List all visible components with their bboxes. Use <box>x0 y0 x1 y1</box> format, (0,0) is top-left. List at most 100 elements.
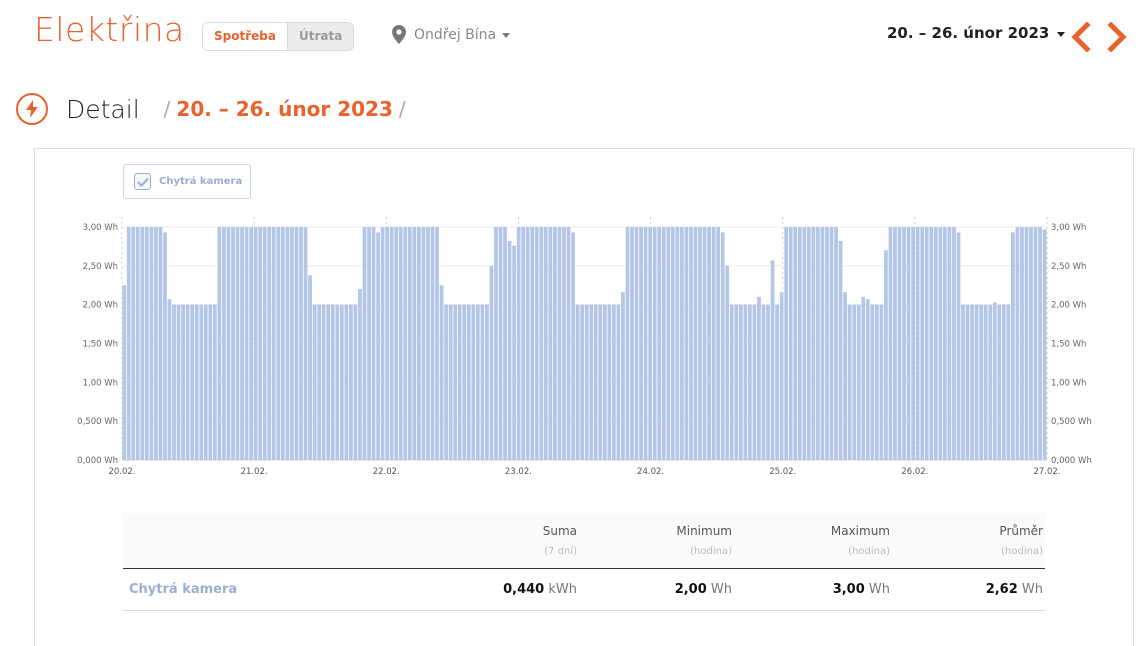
unit: kWh <box>548 582 577 597</box>
chart-bar <box>203 304 208 460</box>
chart-bar <box>943 227 947 460</box>
chart-bar <box>829 227 834 460</box>
chart-bar <box>961 304 965 460</box>
chart-bar <box>330 304 335 460</box>
chart-bar <box>711 227 716 460</box>
chevron-down-icon <box>502 33 511 38</box>
chart-bar <box>294 227 299 460</box>
y-tick-label-left: 0,500 Wh <box>77 417 118 427</box>
tab-utrata[interactable]: Útrata <box>286 23 354 50</box>
chart-bar <box>489 265 494 460</box>
x-tick-label: 24.02. <box>637 467 664 477</box>
col-header-title: Průměr <box>999 524 1043 538</box>
chart-bar <box>784 227 789 460</box>
chart-bar <box>680 227 684 460</box>
chart-bar <box>530 227 535 460</box>
chart-bar <box>394 227 399 460</box>
user-selector[interactable]: Ondřej Bína <box>392 25 511 44</box>
chart-bar <box>843 292 847 460</box>
chart-bar <box>562 227 566 460</box>
chart-bar <box>185 304 190 460</box>
chart-bar <box>970 304 974 460</box>
chart-bar <box>498 227 503 460</box>
y-tick-label-right: 1,50 Wh <box>1051 340 1086 350</box>
chart-bar <box>222 227 226 460</box>
date-range-selector[interactable]: 20. – 26. únor 2023 <box>887 24 1066 42</box>
breadcrumb-separator: / <box>398 97 406 121</box>
chart-bar <box>602 304 607 460</box>
chart-bar <box>303 227 308 460</box>
chart-bar <box>630 227 634 460</box>
chart-bar <box>698 227 702 460</box>
chart-bar <box>816 227 820 460</box>
chart-bar <box>140 227 145 460</box>
chart-bar <box>158 227 163 460</box>
chart-bar <box>494 227 498 460</box>
value: 2,00 <box>674 582 707 597</box>
chart-bar <box>725 265 730 460</box>
chart-bar <box>911 227 916 460</box>
chart-bar <box>339 304 344 460</box>
chart-bar <box>693 227 698 460</box>
col-header-sub: (7 dní) <box>544 546 577 557</box>
chart-bar <box>652 227 657 460</box>
chart-bar <box>938 227 943 460</box>
table-row: Chytrá kamera 0,440 kWh 2,00 Wh 3,00 Wh … <box>123 569 1045 611</box>
chart-bar <box>480 304 485 460</box>
chart-bar <box>825 227 829 460</box>
chart-bar <box>915 227 920 460</box>
chart-bar <box>335 304 340 460</box>
chart-bar <box>1029 227 1033 460</box>
chart-bar <box>775 304 779 460</box>
chart-bar <box>389 227 394 460</box>
chart-bar <box>820 227 825 460</box>
breadcrumb: / 20. – 26. únor 2023 / <box>164 97 406 121</box>
chart-bar <box>580 304 584 460</box>
chart-bar <box>512 245 516 460</box>
location-pin-icon <box>392 25 406 44</box>
prev-week-icon[interactable] <box>1070 22 1092 52</box>
value: 2,62 <box>985 582 1018 597</box>
cell-maximum: 3,00 Wh <box>833 582 890 597</box>
y-tick-label-right: 3,00 Wh <box>1051 223 1086 233</box>
chart-bar <box>589 304 594 460</box>
chart-bar <box>144 227 149 460</box>
chart-bar <box>1006 304 1011 460</box>
summary-header: Suma (7 dní) Minimum (hodina) Maximum (h… <box>123 513 1045 569</box>
row-label-chytra-kamera[interactable]: Chytrá kamera <box>129 582 237 597</box>
consumption-chart: 0,000 Wh 0,000 Wh 0,500 Wh 0,500 Wh 1,00 Wh 1… <box>77 217 1092 477</box>
chart-bar <box>190 304 195 460</box>
chart-bar <box>557 227 562 460</box>
x-tick-label: 20.02. <box>108 467 135 477</box>
chart-bar <box>217 227 222 460</box>
chart-bar <box>997 304 1002 460</box>
chart-bar <box>267 227 272 460</box>
chart-bar <box>924 227 929 460</box>
chart-bar <box>299 227 303 460</box>
chart-bar <box>466 304 471 460</box>
chart-bar <box>1024 227 1029 460</box>
chart-bar <box>1042 229 1047 460</box>
chart-bar <box>376 232 380 460</box>
next-week-icon[interactable] <box>1106 22 1128 52</box>
chart-bar <box>349 304 353 460</box>
user-name: Ondřej Bína <box>414 26 497 43</box>
chart-bar <box>834 227 838 460</box>
chart-bar <box>748 304 752 460</box>
col-header-title: Minimum <box>676 524 732 538</box>
chart-bar <box>516 227 521 460</box>
tab-spotreba[interactable]: Spotřeba <box>203 23 287 50</box>
chart-bar <box>974 304 979 460</box>
chart-bar <box>657 227 662 460</box>
col-maximum: Maximum (hodina) <box>831 513 890 559</box>
chart-bar <box>947 227 952 460</box>
chart-bar <box>788 227 793 460</box>
chart-bar <box>797 227 802 460</box>
chart-bar <box>1038 227 1042 460</box>
chart-bar <box>770 260 775 460</box>
chart-bar <box>398 227 403 460</box>
cell-minimum: 2,00 Wh <box>675 582 732 597</box>
chart-bar <box>475 304 480 460</box>
chart-bar <box>543 227 548 460</box>
col-header-title: Maximum <box>830 524 890 538</box>
